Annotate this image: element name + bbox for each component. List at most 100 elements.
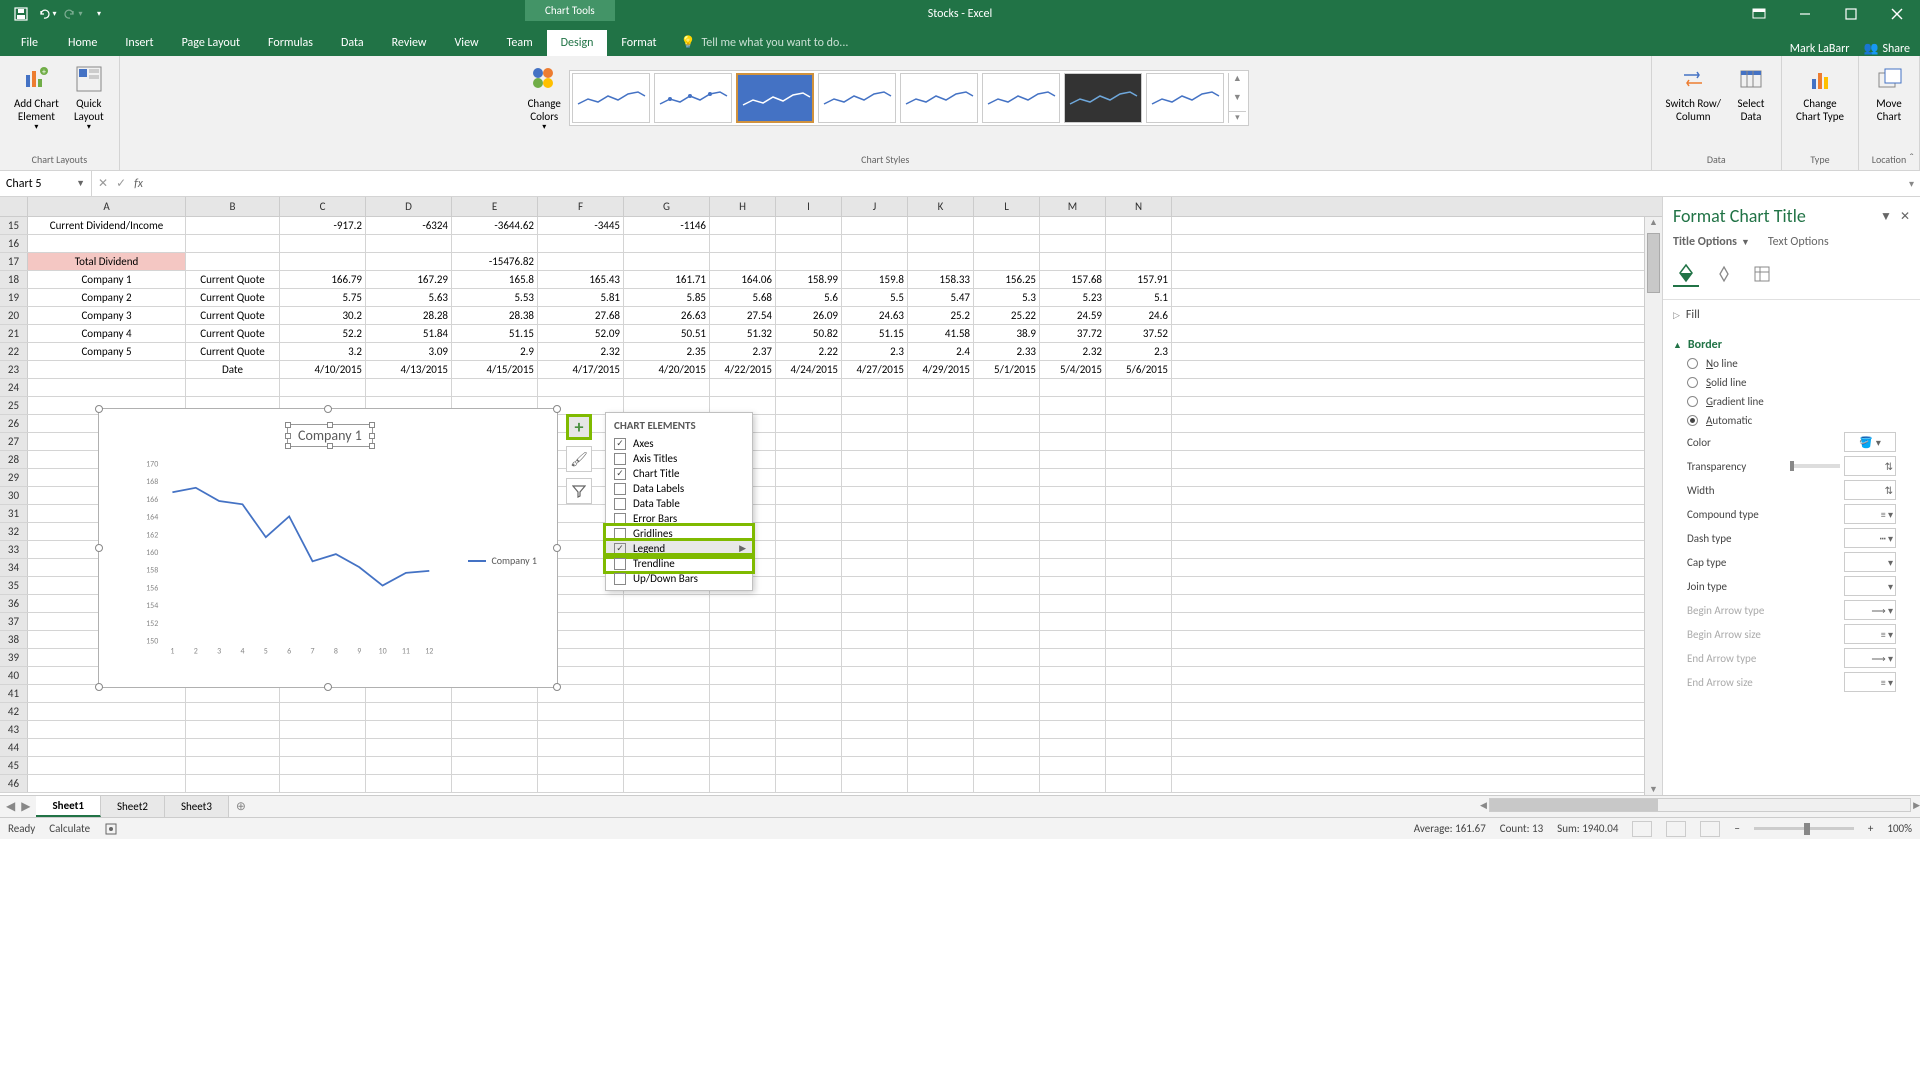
- cell[interactable]: 5.47: [908, 289, 974, 306]
- cell[interactable]: 165.43: [538, 271, 624, 288]
- cell[interactable]: [842, 433, 908, 450]
- cell[interactable]: [842, 523, 908, 540]
- chart-style-1[interactable]: [572, 73, 650, 123]
- cancel-formula-icon[interactable]: ✕: [98, 176, 108, 191]
- cell[interactable]: [1040, 253, 1106, 270]
- horizontal-scrollbar[interactable]: ◀ ▶: [1480, 796, 1920, 814]
- cell[interactable]: 5.5: [842, 289, 908, 306]
- cell[interactable]: [974, 487, 1040, 504]
- chart-plot-area[interactable]: 1501521541561581601621641661681701234567…: [137, 459, 447, 659]
- cell[interactable]: [974, 559, 1040, 576]
- cell[interactable]: [776, 703, 842, 720]
- cell[interactable]: -15476.82: [452, 253, 538, 270]
- cell[interactable]: [1106, 775, 1172, 792]
- row-header[interactable]: 22: [0, 343, 28, 360]
- cell[interactable]: 166.79: [280, 271, 366, 288]
- cell[interactable]: [974, 217, 1040, 234]
- cell[interactable]: [710, 631, 776, 648]
- cell[interactable]: 30.2: [280, 307, 366, 324]
- row-header[interactable]: 25: [0, 397, 28, 414]
- normal-view-icon[interactable]: [1632, 821, 1652, 837]
- qat-customize-icon[interactable]: ▾: [88, 3, 110, 25]
- cell[interactable]: Current Quote: [186, 289, 280, 306]
- cell[interactable]: [776, 487, 842, 504]
- cell[interactable]: [1040, 505, 1106, 522]
- worksheet[interactable]: ABCDEFGHIJKLMN 15Current Dividend/Income…: [0, 197, 1662, 795]
- column-header[interactable]: A: [28, 197, 186, 216]
- user-name[interactable]: Mark LaBarr: [1790, 42, 1850, 56]
- cell[interactable]: [1106, 541, 1172, 558]
- cell[interactable]: [908, 613, 974, 630]
- cell[interactable]: 2.9: [452, 343, 538, 360]
- row-header[interactable]: 28: [0, 451, 28, 468]
- cell[interactable]: [776, 757, 842, 774]
- cell[interactable]: [776, 577, 842, 594]
- cell[interactable]: [776, 415, 842, 432]
- cell[interactable]: [366, 235, 452, 252]
- cell[interactable]: [776, 775, 842, 792]
- tab-formulas[interactable]: Formulas: [254, 30, 327, 56]
- cell[interactable]: [776, 721, 842, 738]
- cell[interactable]: [974, 397, 1040, 414]
- cell[interactable]: [1106, 235, 1172, 252]
- column-header[interactable]: C: [280, 197, 366, 216]
- tab-team[interactable]: Team: [493, 30, 547, 56]
- gradient-line-radio[interactable]: Gradient line: [1673, 392, 1910, 411]
- row-header[interactable]: 46: [0, 775, 28, 792]
- cell[interactable]: [974, 469, 1040, 486]
- cell[interactable]: [186, 235, 280, 252]
- chart-style-8[interactable]: [1146, 73, 1224, 123]
- transparency-input[interactable]: ⇅: [1844, 456, 1896, 476]
- cell[interactable]: [974, 685, 1040, 702]
- cell[interactable]: [1106, 703, 1172, 720]
- cell[interactable]: [624, 757, 710, 774]
- cell[interactable]: [1040, 667, 1106, 684]
- cell[interactable]: 159.8: [842, 271, 908, 288]
- macro-record-icon[interactable]: [104, 822, 118, 836]
- cell[interactable]: 4/24/2015: [776, 361, 842, 378]
- size-properties-icon[interactable]: [1749, 261, 1775, 287]
- cell[interactable]: [186, 721, 280, 738]
- cell[interactable]: [1040, 631, 1106, 648]
- cell[interactable]: 2.35: [624, 343, 710, 360]
- cell[interactable]: Company 5: [28, 343, 186, 360]
- title-options-tab[interactable]: Title Options ▼: [1673, 235, 1750, 249]
- cell[interactable]: [1040, 397, 1106, 414]
- cell[interactable]: 51.84: [366, 325, 452, 342]
- cell[interactable]: 164.06: [710, 271, 776, 288]
- cell[interactable]: 51.32: [710, 325, 776, 342]
- cell[interactable]: [280, 757, 366, 774]
- cell[interactable]: 3.09: [366, 343, 452, 360]
- cell[interactable]: [452, 379, 538, 396]
- cell[interactable]: [842, 541, 908, 558]
- row-header[interactable]: 42: [0, 703, 28, 720]
- cell[interactable]: 5.53: [452, 289, 538, 306]
- cell[interactable]: [1040, 559, 1106, 576]
- chart-legend[interactable]: Company 1: [468, 554, 537, 567]
- switch-row-column-button[interactable]: Switch Row/ Column: [1660, 60, 1727, 126]
- width-input[interactable]: ⇅: [1844, 480, 1896, 500]
- cell[interactable]: Company 2: [28, 289, 186, 306]
- cell[interactable]: 5.75: [280, 289, 366, 306]
- cell[interactable]: 167.29: [366, 271, 452, 288]
- cell[interactable]: [908, 577, 974, 594]
- chart-element-error-bars[interactable]: Error Bars: [606, 511, 752, 526]
- row-header[interactable]: 41: [0, 685, 28, 702]
- cell[interactable]: [908, 757, 974, 774]
- row-header[interactable]: 38: [0, 631, 28, 648]
- cell[interactable]: [842, 703, 908, 720]
- chart-styles-button[interactable]: 🖌: [566, 446, 592, 472]
- cell[interactable]: 52.2: [280, 325, 366, 342]
- cell[interactable]: -3644.62: [452, 217, 538, 234]
- cell[interactable]: 50.51: [624, 325, 710, 342]
- chart-element-gridlines[interactable]: Gridlines: [606, 526, 752, 541]
- cell[interactable]: 2.3: [842, 343, 908, 360]
- cell[interactable]: [776, 667, 842, 684]
- select-data-button[interactable]: Select Data: [1729, 60, 1773, 126]
- cell[interactable]: 157.68: [1040, 271, 1106, 288]
- cell[interactable]: 165.8: [452, 271, 538, 288]
- cell[interactable]: 5.3: [974, 289, 1040, 306]
- cell[interactable]: [842, 415, 908, 432]
- chart-style-7[interactable]: [1064, 73, 1142, 123]
- pane-options-icon[interactable]: ▼: [1880, 209, 1892, 224]
